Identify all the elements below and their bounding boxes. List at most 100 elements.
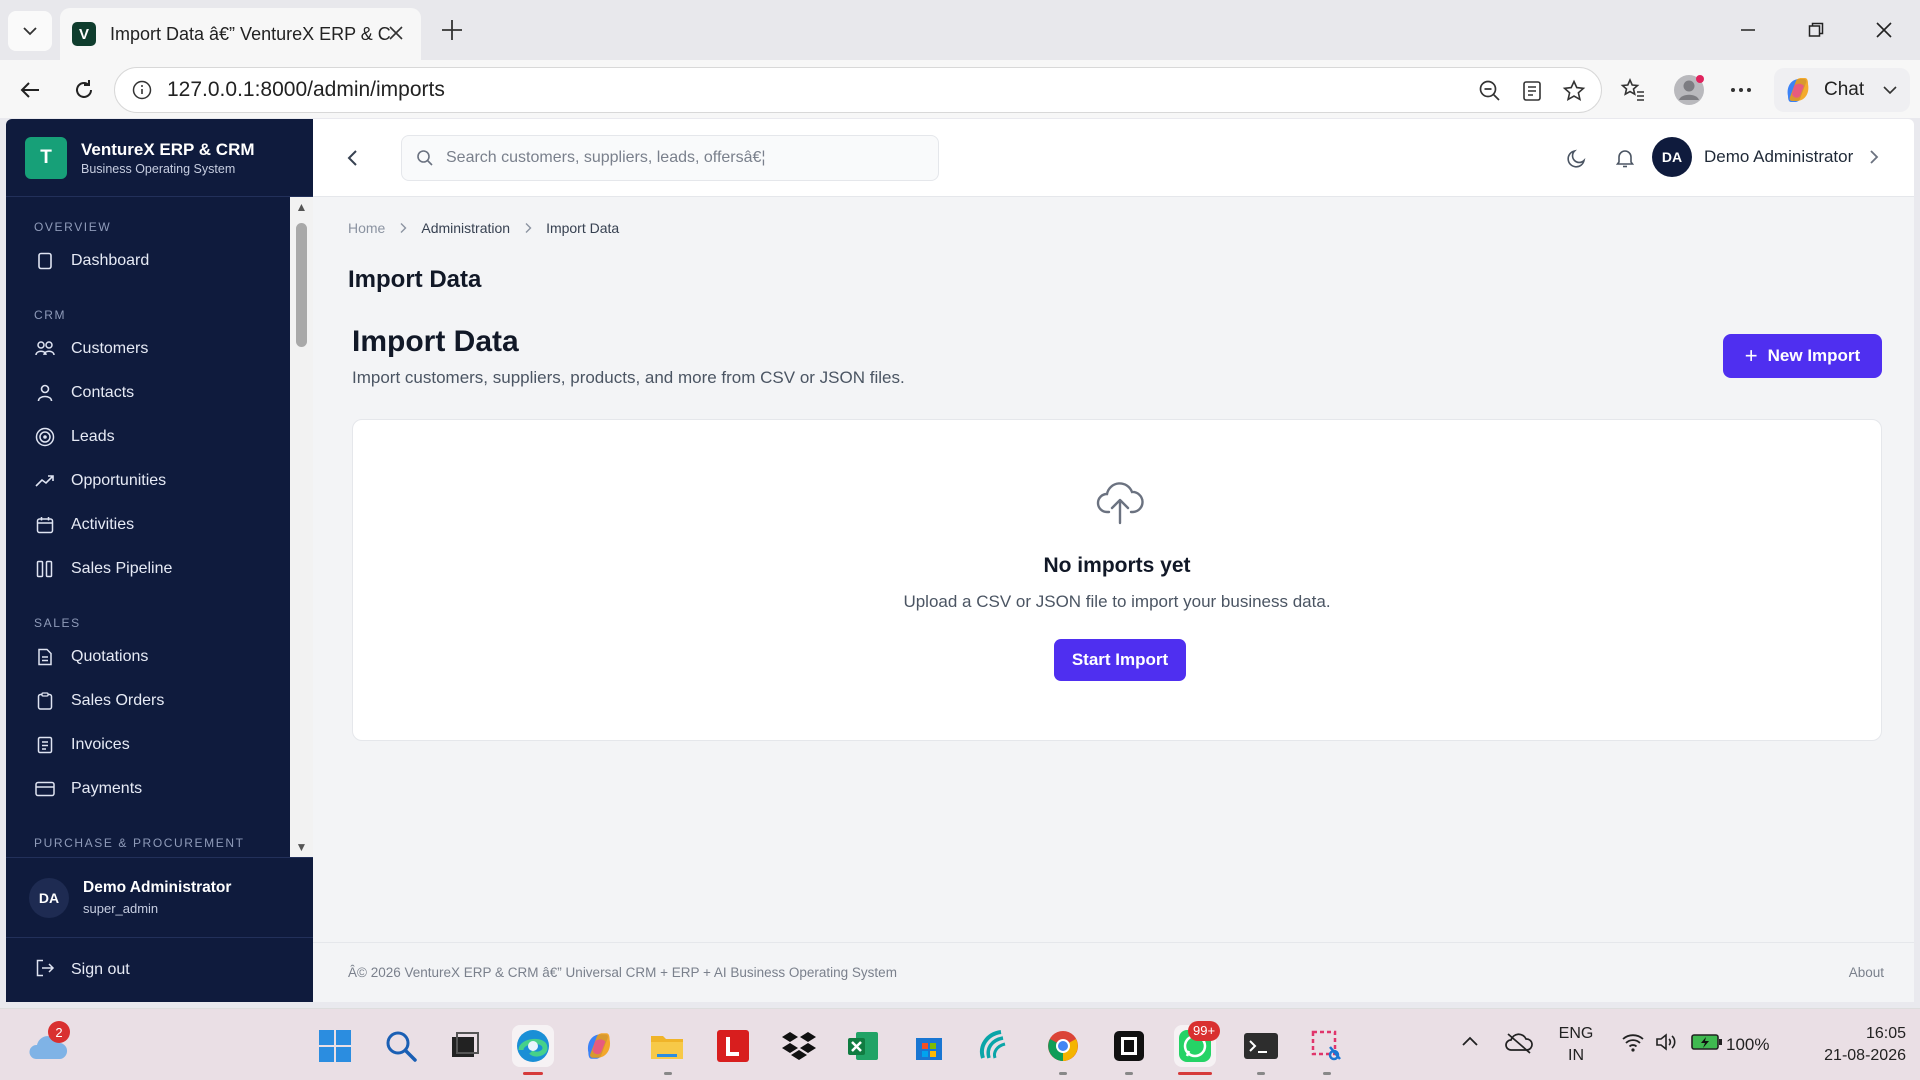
columns-icon	[35, 559, 55, 579]
search-input[interactable]	[446, 149, 916, 167]
cloud-upload-icon	[1096, 482, 1144, 525]
tab-title: Import Data â€” VentureX ERP & C	[110, 23, 390, 44]
more-options-icon[interactable]	[1722, 71, 1760, 109]
clock-date: 21-08-2026	[1824, 1047, 1906, 1064]
top-user-name: Demo Administrator	[1704, 147, 1854, 166]
sidebar-item-contacts[interactable]: Contacts	[6, 371, 290, 415]
close-window-icon[interactable]	[1866, 14, 1902, 46]
chat-label: Chat	[1824, 79, 1865, 100]
sidebar-item-customers[interactable]: Customers	[6, 327, 290, 371]
windows-start-icon[interactable]	[314, 1025, 356, 1067]
favorites-list-icon[interactable]	[1614, 71, 1652, 109]
new-tab-plus-icon[interactable]	[436, 14, 468, 46]
brand-subtitle: Business Operating System	[81, 161, 236, 176]
wifi-icon[interactable]	[1620, 1029, 1646, 1055]
notifications-bell-icon[interactable]	[1609, 142, 1641, 174]
sidebar-item-activities[interactable]: Activities	[6, 503, 290, 547]
sidebar-user-card[interactable]: DA Demo Administrator super_admin	[6, 857, 313, 937]
search-taskbar-icon[interactable]	[380, 1025, 422, 1067]
page-subtitle: Import customers, suppliers, products, a…	[352, 368, 905, 387]
site-info-icon[interactable]	[131, 79, 153, 101]
minimize-icon[interactable]	[1730, 14, 1766, 46]
system-clock[interactable]: 16:05 21-08-2026	[1796, 1023, 1906, 1067]
tab-close-icon[interactable]	[385, 22, 407, 44]
file-explorer-icon[interactable]	[646, 1025, 688, 1067]
user-menu[interactable]: DA Demo Administrator	[1652, 137, 1881, 177]
l-app-icon[interactable]	[712, 1025, 754, 1067]
brand-header[interactable]: T VentureX ERP & CRM Business Operating …	[6, 119, 313, 197]
back-arrow-icon[interactable]	[10, 70, 50, 110]
scrollbar-thumb[interactable]	[296, 223, 307, 347]
address-url: 127.0.0.1:8000/admin/imports	[167, 78, 445, 101]
sign-out-icon	[35, 959, 55, 982]
zoom-out-icon[interactable]	[1473, 74, 1507, 108]
weather-badge: 2	[48, 1021, 70, 1043]
sidebar-item-dashboard[interactable]: Dashboard	[6, 239, 290, 283]
sign-out-button[interactable]: Sign out	[6, 937, 313, 1002]
breadcrumb-administration-link[interactable]: Administration	[421, 220, 510, 236]
microsoft-store-icon[interactable]	[908, 1025, 950, 1067]
sidebar-section-purchase: PURCHASE & PROCUREMENT	[34, 836, 245, 850]
scroll-up-arrow-icon[interactable]: ▲	[290, 197, 313, 217]
chevron-right-icon	[1867, 147, 1881, 167]
onedrive-offline-icon[interactable]	[1504, 1029, 1534, 1057]
breadcrumb-home-link[interactable]: Home	[348, 220, 385, 236]
dropbox-icon[interactable]	[778, 1025, 820, 1067]
sidebar-item-leads[interactable]: Leads	[6, 415, 290, 459]
global-search[interactable]	[401, 135, 939, 181]
notion-app-icon[interactable]	[1108, 1025, 1150, 1067]
breadcrumb-separator-icon	[524, 222, 532, 234]
receipt-icon	[35, 735, 55, 755]
address-bar[interactable]: 127.0.0.1:8000/admin/imports	[114, 67, 1602, 113]
terminal-icon[interactable]	[1240, 1025, 1282, 1067]
footer-about-link[interactable]: About	[1849, 965, 1884, 980]
edge-browser-icon[interactable]	[512, 1025, 554, 1067]
copilot-chat-button[interactable]: Chat	[1774, 68, 1910, 112]
chat-chevron-down-icon[interactable]	[1882, 82, 1898, 98]
language-indicator[interactable]: ENG IN	[1556, 1023, 1596, 1067]
sidebar-item-sales-pipeline[interactable]: Sales Pipeline	[6, 547, 290, 591]
search-icon	[417, 150, 433, 166]
chrome-icon[interactable]	[1042, 1025, 1084, 1067]
sidebar-user-role: super_admin	[83, 901, 159, 916]
profile-avatar-icon[interactable]	[1670, 71, 1708, 109]
wave-app-icon[interactable]	[974, 1025, 1016, 1067]
avatar: DA	[29, 877, 69, 918]
tab-favicon-icon: V	[72, 22, 96, 46]
collapse-sidebar-chevron-icon[interactable]	[338, 143, 368, 173]
snipping-tool-icon[interactable]	[1306, 1025, 1348, 1067]
dark-mode-moon-icon[interactable]	[1561, 142, 1593, 174]
scroll-down-arrow-icon[interactable]: ▼	[290, 837, 313, 857]
volume-icon[interactable]	[1654, 1029, 1680, 1055]
tray-chevron-up-icon[interactable]	[1458, 1029, 1482, 1053]
favorite-star-icon[interactable]	[1557, 74, 1591, 108]
refresh-icon[interactable]	[64, 70, 104, 110]
top-app-bar: DA Demo Administrator	[313, 119, 1914, 197]
copilot-app-icon[interactable]	[578, 1025, 620, 1067]
sidebar-item-quotations[interactable]: Quotations	[6, 635, 290, 679]
battery-charging-icon[interactable]	[1690, 1029, 1724, 1055]
excel-icon[interactable]	[842, 1025, 884, 1067]
task-view-icon[interactable]	[444, 1025, 486, 1067]
empty-state-title: No imports yet	[1043, 554, 1191, 577]
sidebar-item-invoices[interactable]: Invoices	[6, 723, 290, 767]
sidebar-item-label: Opportunities	[71, 472, 167, 489]
sign-out-label: Sign out	[71, 961, 130, 978]
restore-icon[interactable]	[1798, 14, 1834, 46]
copilot-icon	[1787, 78, 1809, 102]
language-region: IN	[1568, 1047, 1584, 1064]
tab-list-chevron-icon[interactable]	[8, 11, 52, 51]
trend-up-icon	[35, 471, 55, 491]
sidebar-item-label: Dashboard	[71, 252, 150, 269]
brand-name: VentureX ERP & CRM	[81, 139, 255, 159]
new-import-button[interactable]: + New Import	[1723, 334, 1882, 378]
start-import-button[interactable]: Start Import	[1054, 639, 1186, 681]
breadcrumb-current: Import Data	[546, 220, 620, 236]
sidebar-item-sales-orders[interactable]: Sales Orders	[6, 679, 290, 723]
sidebar-item-opportunities[interactable]: Opportunities	[6, 459, 290, 503]
sidebar-item-label: Activities	[71, 516, 135, 533]
sidebar-item-payments[interactable]: Payments	[6, 767, 290, 811]
browser-tab-active[interactable]: V Import Data â€” VentureX ERP & C	[60, 8, 421, 60]
reader-view-icon[interactable]	[1515, 74, 1549, 108]
sidebar-scrollbar[interactable]: ▲ ▼	[290, 197, 313, 857]
